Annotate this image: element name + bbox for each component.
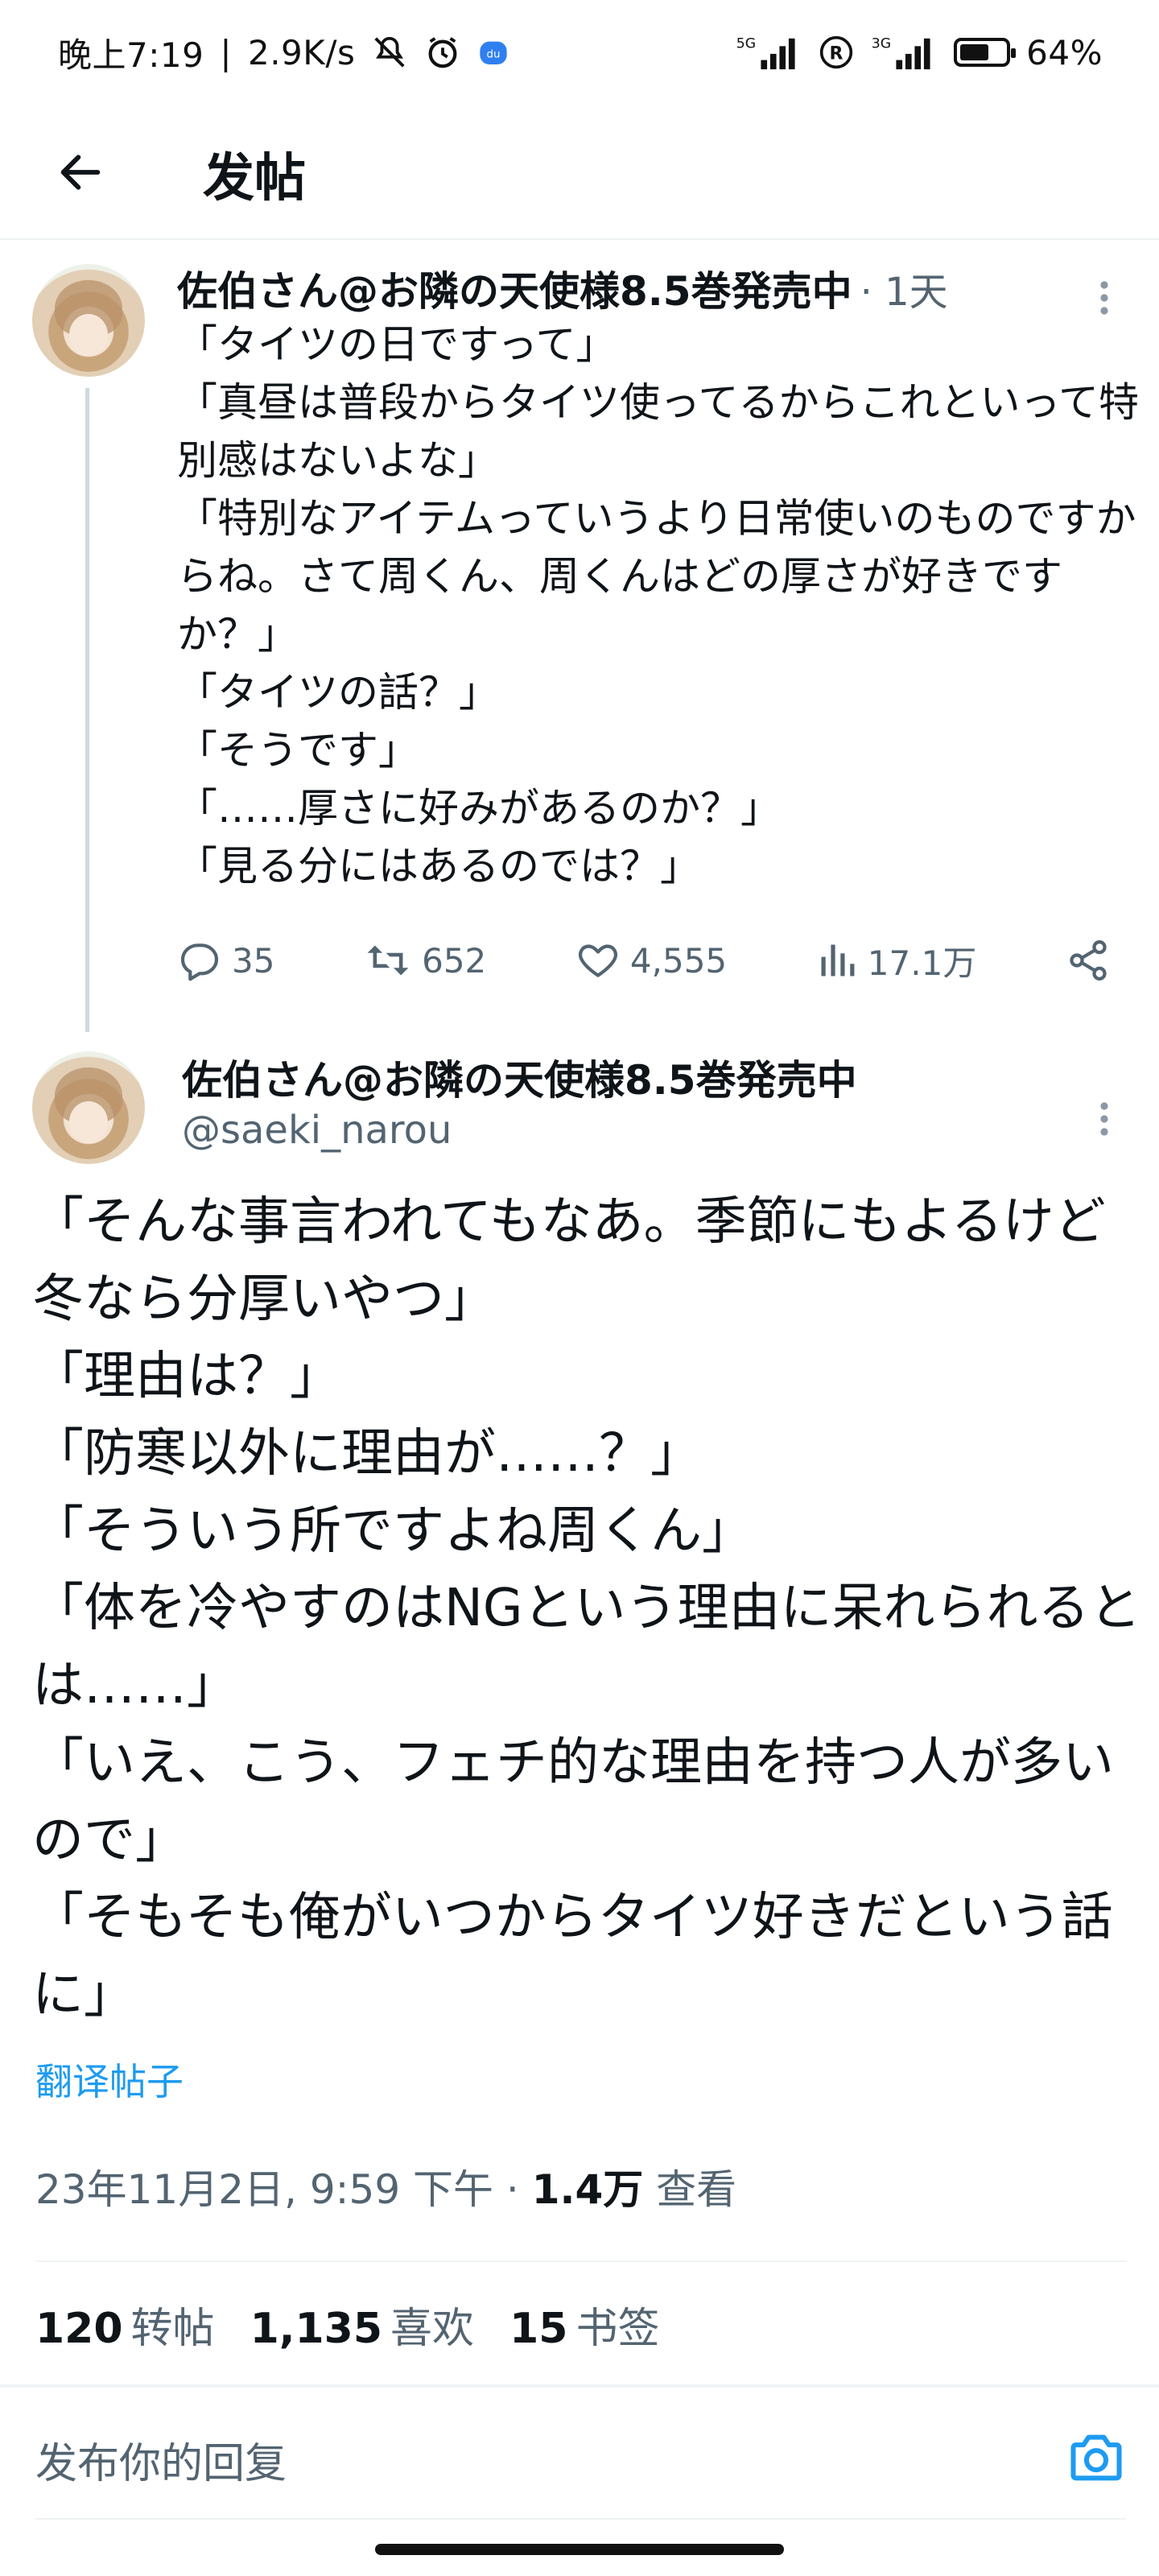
like-count: 4,555 [629, 940, 728, 980]
author-name[interactable]: 佐伯さん@お隣の天使様8.5巻発売中 [182, 1048, 857, 1106]
tweet-text: 「そんな事言われてもなあ。季節にもよるけど冬なら分厚いやつ」 「理由は？」 「防… [32, 1192, 1141, 2025]
avatar[interactable] [32, 264, 145, 377]
tweet-header: 佐伯さん@お隣の天使様8.5巻発売中 · 1天 [177, 259, 948, 317]
battery-fill [960, 44, 988, 60]
likes-stat-label: 喜欢 [390, 2305, 475, 2353]
divider [35, 2260, 1127, 2262]
retweet-icon [364, 938, 412, 983]
heart-icon [575, 938, 621, 983]
main-tweet: 佐伯さん@お隣の天使様8.5巻発売中 @saeki_narou 「そんな事言われ… [0, 1030, 1159, 2576]
page-title: 发帖 [203, 149, 306, 208]
retweet-count: 652 [422, 940, 487, 980]
battery-percent: 64% [1026, 32, 1103, 72]
analytics-icon [816, 939, 858, 981]
signal-3g-icon: 3G [870, 34, 938, 71]
tweet-time: · 1天 [860, 270, 948, 315]
svg-text:R: R [830, 43, 843, 64]
author-handle[interactable]: @saeki_narou [182, 1108, 452, 1153]
thread-connector-line [85, 388, 89, 1032]
views-count: 17.1万 [867, 943, 977, 983]
reply-count: 35 [232, 940, 275, 980]
likes-stat[interactable]: 1,135 喜欢 [250, 2294, 475, 2355]
mute-icon [371, 34, 408, 71]
views-button[interactable]: 17.1万 [816, 936, 977, 985]
retweet-button[interactable]: 652 [364, 938, 486, 983]
bookmarks-stat-label: 书签 [575, 2305, 660, 2353]
divider [0, 2384, 1159, 2388]
bookmarks-stat[interactable]: 15 书签 [509, 2294, 659, 2355]
retweets-stat-number: 120 [35, 2305, 123, 2353]
network-speed: 2.9K/s [247, 32, 356, 72]
tweet-stats: 120 转帖 1,135 喜欢 15 书签 [35, 2294, 659, 2355]
tweet-actions: 35 652 4,555 17.1万 [177, 924, 1111, 997]
like-button[interactable]: 4,555 [575, 938, 727, 983]
roaming-icon: R [819, 35, 854, 70]
bookmarks-stat-number: 15 [509, 2305, 568, 2353]
views-label: 查看 [643, 2166, 737, 2213]
reply-button[interactable]: 35 [177, 938, 274, 983]
battery-icon [954, 38, 1017, 67]
svg-text:3G: 3G [872, 35, 891, 52]
back-arrow-icon[interactable] [48, 140, 113, 204]
reply-icon [177, 938, 222, 983]
retweets-stat[interactable]: 120 转帖 [35, 2294, 215, 2355]
status-time: 晚上7:19 [58, 35, 204, 75]
views-total: 1.4万 [531, 2166, 644, 2213]
author-name[interactable]: 佐伯さん@お隣の天使様8.5巻発売中 [177, 259, 852, 317]
svg-text:5G: 5G [736, 35, 756, 52]
share-button[interactable] [1066, 938, 1111, 983]
camera-icon[interactable] [1066, 2427, 1127, 2491]
tweet-text: 「タイツの日ですって」 「真昼は普段からタイツ使ってるからこれといって特別感はな… [177, 321, 1139, 890]
tweet-timestamp: 23年11月2日, 9:59 下午 · 1.4万 查看 [35, 2157, 736, 2215]
svg-text:du: du [487, 49, 501, 61]
translate-post-link[interactable]: 翻译帖子 [35, 2053, 184, 2106]
signal-5g-icon: 5G [735, 34, 802, 71]
timestamp-text: 23年11月2日, 9:59 下午 · [35, 2166, 532, 2213]
app-header: 发帖 [0, 105, 1159, 240]
app-notification-icon: du [477, 36, 509, 68]
avatar[interactable] [32, 1051, 145, 1164]
alarm-icon [424, 34, 461, 71]
status-separator: | [220, 32, 232, 72]
status-bar-left: 晚上7:19 | 2.9K/s du [58, 28, 509, 77]
status-bar-right: 5G R 3G 64% [735, 33, 1103, 72]
reply-input[interactable]: 发布你的回复 [35, 2429, 287, 2490]
status-bar: 晚上7:19 | 2.9K/s du 5G R 3G 64% [0, 0, 1159, 105]
retweets-stat-label: 转帖 [130, 2305, 215, 2353]
reply-composer[interactable]: 发布你的回复 [35, 2399, 1127, 2520]
share-icon [1066, 938, 1111, 983]
divider [35, 2518, 1127, 2520]
more-options-icon[interactable] [1088, 1087, 1120, 1151]
home-indicator[interactable] [375, 2544, 784, 2555]
parent-tweet[interactable]: 佐伯さん@お隣の天使様8.5巻発売中 · 1天 「タイツの日ですって」 「真昼は… [0, 242, 1159, 1032]
likes-stat-number: 1,135 [250, 2305, 383, 2353]
